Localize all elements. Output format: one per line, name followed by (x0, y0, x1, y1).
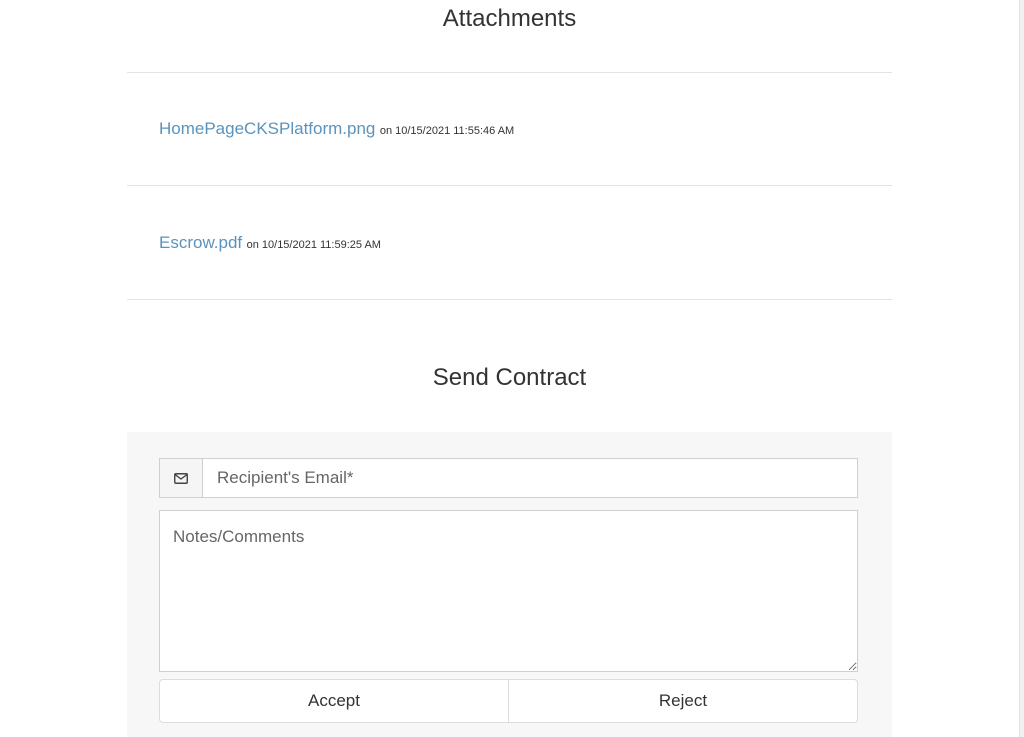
attachment-timestamp: on 10/15/2021 11:55:46 AM (379, 125, 515, 137)
attachment-item: HomePageCKSPlatform.png on 10/15/2021 11… (159, 119, 514, 139)
reject-button[interactable]: Reject (509, 679, 858, 723)
accept-button[interactable]: Accept (159, 679, 509, 723)
attachments-heading: Attachments (442, 5, 577, 32)
envelope-icon (160, 459, 203, 497)
send-contract-form: Accept Reject (127, 432, 892, 737)
action-button-group: Accept Reject (159, 679, 858, 723)
attachment-link[interactable]: Escrow.pdf (159, 233, 242, 252)
email-input-group (159, 458, 858, 498)
divider (127, 185, 892, 186)
divider (127, 299, 892, 300)
attachment-link[interactable]: HomePageCKSPlatform.png (159, 119, 375, 138)
recipient-email-input[interactable] (203, 459, 857, 497)
page: Attachments HomePageCKSPlatform.png on 1… (0, 0, 1024, 737)
attachment-item: Escrow.pdf on 10/15/2021 11:59:25 AM (159, 233, 381, 253)
scrollbar[interactable] (1019, 0, 1024, 737)
send-contract-heading: Send Contract (432, 364, 587, 391)
divider (127, 72, 892, 73)
attachment-timestamp: on 10/15/2021 11:59:25 AM (246, 239, 381, 251)
notes-comments-textarea[interactable] (159, 510, 858, 672)
